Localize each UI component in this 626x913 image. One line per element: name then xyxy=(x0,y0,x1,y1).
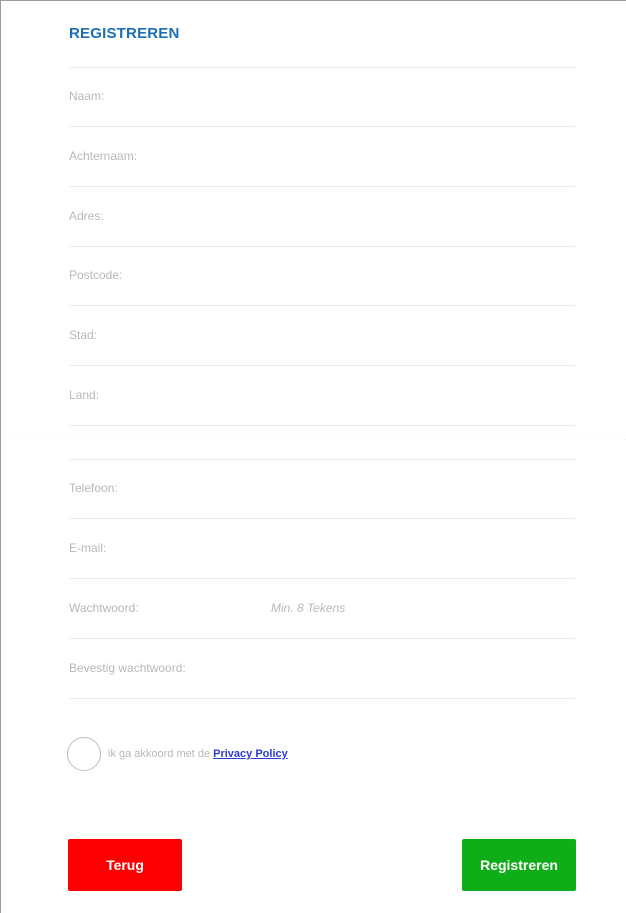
privacy-policy-link[interactable]: Privacy Policy xyxy=(213,748,288,760)
email-input[interactable] xyxy=(69,520,579,580)
first-name-field[interactable]: Naam: xyxy=(69,68,579,128)
postcode-input[interactable] xyxy=(69,247,579,307)
address-input[interactable] xyxy=(69,188,579,248)
register-button[interactable]: Registreren xyxy=(462,839,576,891)
postcode-field[interactable]: Postcode: xyxy=(69,247,579,307)
email-field[interactable]: E-mail: xyxy=(69,520,579,580)
registration-page: REGISTREREN Naam: Achternaam: Adres: Pos… xyxy=(0,0,626,913)
privacy-consent: ik ga akkoord met de Privacy Policy xyxy=(67,735,288,773)
last-name-input[interactable] xyxy=(69,128,579,188)
privacy-consent-radio[interactable] xyxy=(67,737,101,771)
first-name-input[interactable] xyxy=(69,68,579,128)
password-confirm-input[interactable] xyxy=(69,640,579,700)
country-input[interactable] xyxy=(69,367,579,427)
country-field[interactable]: Land: xyxy=(69,367,579,427)
password-field[interactable]: Wachtwoord: Min. 8 Tekens xyxy=(69,580,579,640)
last-name-field[interactable]: Achternaam: xyxy=(69,128,579,188)
privacy-consent-text: ik ga akkoord met de xyxy=(108,748,211,760)
form-title: REGISTREREN xyxy=(69,25,180,42)
phone-field[interactable]: Telefoon: xyxy=(69,460,579,520)
address-field[interactable]: Adres: xyxy=(69,188,579,248)
city-input[interactable] xyxy=(69,307,579,367)
city-field[interactable]: Stad: xyxy=(69,307,579,367)
password-input[interactable] xyxy=(69,580,579,640)
back-button[interactable]: Terug xyxy=(68,839,182,891)
password-confirm-field[interactable]: Bevestig wachtwoord: xyxy=(69,640,579,700)
section-divider xyxy=(1,439,626,440)
phone-input[interactable] xyxy=(69,460,579,520)
